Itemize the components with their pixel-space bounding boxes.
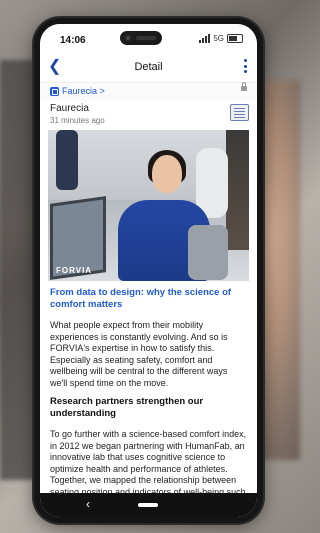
article-header: Faurecia 31 minutes ago	[40, 100, 257, 127]
status-indicators: 5G	[199, 34, 243, 43]
source-row: Faurecia >	[40, 82, 257, 100]
timestamp: 31 minutes ago	[50, 116, 105, 125]
lock-icon	[241, 82, 247, 91]
signal-icon	[199, 34, 211, 43]
hero-logo: FORVIA	[56, 266, 93, 275]
hero-image[interactable]: FORVIA	[48, 130, 249, 281]
source-badge-icon	[50, 87, 59, 96]
hero-person-left	[56, 130, 78, 190]
article-headline[interactable]: From data to design: why the science of …	[50, 287, 247, 311]
status-bar: 14:06 5G	[40, 24, 257, 54]
battery-icon	[227, 34, 243, 43]
hero-woman-face	[152, 155, 182, 193]
article-subheading: Research partners strengthen our underst…	[50, 396, 204, 419]
system-nav-bar: ‹	[40, 493, 257, 517]
status-time: 14:06	[60, 35, 86, 46]
nav-home-button[interactable]	[138, 503, 158, 507]
phone-screen: 14:06 5G ❮ Detail Faurecia > Faurecia 31…	[40, 24, 257, 517]
article-paragraph: What people expect from their mobility e…	[50, 320, 228, 388]
network-label: 5G	[213, 34, 224, 43]
source-link[interactable]: Faurecia >	[62, 86, 105, 96]
source-name: Faurecia	[50, 103, 89, 114]
article-icon[interactable]	[230, 104, 249, 121]
more-vertical-icon[interactable]	[243, 59, 247, 73]
article-content: From data to design: why the science of …	[40, 287, 257, 517]
page-title: Detail	[134, 61, 163, 73]
hero-seat	[188, 225, 228, 280]
phone-frame: 14:06 5G ❮ Detail Faurecia > Faurecia 31…	[34, 18, 263, 523]
front-camera	[120, 31, 162, 45]
camera-lens-icon	[124, 34, 132, 42]
hero-person-right	[226, 130, 249, 250]
nav-back-icon[interactable]: ‹	[86, 498, 90, 510]
app-bar: ❮ Detail	[40, 54, 257, 83]
speaker-grill	[136, 36, 156, 40]
